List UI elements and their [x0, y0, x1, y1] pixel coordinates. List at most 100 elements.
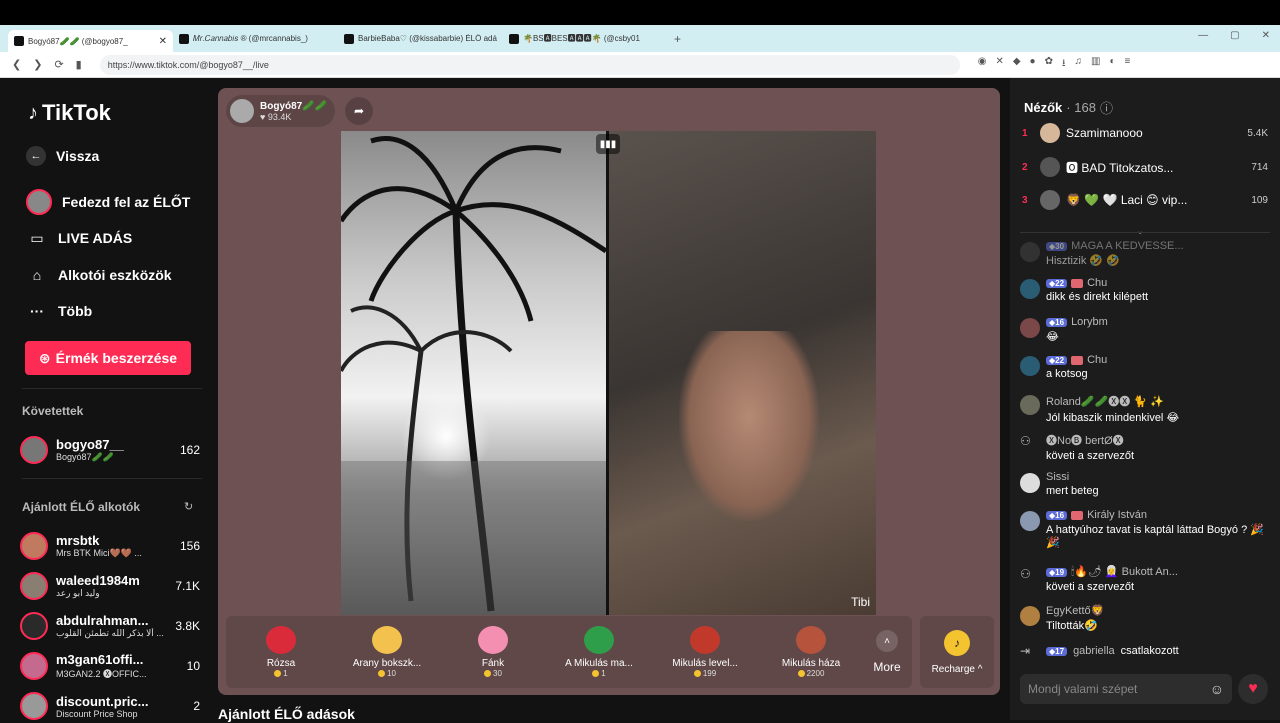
extension-icon[interactable]: ◉	[978, 56, 987, 73]
media-icon[interactable]: ♫	[1074, 56, 1082, 73]
chat-message: ⚇ 🅧No🅑 bertØ🅧 követi a szervezőt	[1020, 432, 1270, 462]
chat-username[interactable]: Chu	[1087, 277, 1107, 289]
forward-nav-icon[interactable]: ❯	[33, 58, 42, 71]
nav-more[interactable]: ··· Több	[26, 300, 92, 322]
chat-username[interactable]: MAGA A KEDVESSE...	[1071, 240, 1184, 252]
url-input[interactable]: https://www.tiktok.com/@bogyo87__/live	[99, 54, 960, 75]
gift-item-donut[interactable]: Fánk 30	[440, 626, 546, 678]
info-icon[interactable]: ⓘ	[1100, 98, 1113, 117]
chat-input[interactable]: Mondj valami szépet ☺	[1020, 674, 1232, 704]
get-coins-button[interactable]: ⊛ Érmék beszerzése	[25, 341, 191, 375]
chat-text: A hattyúhoz tavat is kaptál láttad Bogyó…	[1046, 524, 1264, 549]
creator-avatar	[20, 572, 48, 600]
coin-button-label: Érmék beszerzése	[55, 350, 178, 366]
viewer-rank: 1	[1022, 127, 1028, 139]
recommended-creator[interactable]: abdulrahman... ألا بذكر الله تطمئن القلوب…	[20, 609, 200, 643]
gift-item-rose[interactable]: Rózsa 1	[228, 626, 334, 678]
nav-label: Több	[58, 303, 93, 319]
gift-price: 1	[274, 669, 288, 678]
maximize-icon[interactable]: ▢	[1230, 30, 1239, 41]
viewer-count: 7.1K	[175, 579, 200, 593]
tab-label: BarbieBaba♡ (@kissabarbie) ÉLŐ adá	[358, 34, 497, 43]
browser-tab-1[interactable]: Bogyó87🥒🥒 (@bogyo87_ ✕	[8, 30, 173, 52]
top-viewer-row[interactable]: 1 Szamimanooo 5.4K	[1022, 121, 1268, 145]
gift-price: 10	[378, 669, 396, 678]
gift-item-santa-house[interactable]: Mikulás háza 2200	[758, 626, 864, 678]
chat-message: EgyKettő🦁 Tiltották🤣	[1020, 604, 1270, 632]
emoji-icon[interactable]: ☺	[1210, 681, 1224, 697]
minimize-icon[interactable]: —	[1198, 30, 1208, 41]
follow-user-icon: ⚇	[1020, 434, 1031, 448]
browser-tab-2[interactable]: 𝑀𝑟.𝐶𝑎𝑛𝑛𝑎𝑏𝑖𝑠 ® (@mrcannabis_)	[173, 28, 338, 50]
nav-live-studio[interactable]: ▭ LIVE ADÁS	[26, 227, 132, 249]
chat-username[interactable]: 🕯🔥🌶 👩‍🦳 Bukott An...	[1071, 565, 1178, 579]
chat-username[interactable]: EgyKettő🦁	[1046, 604, 1104, 617]
host-info[interactable]: Bogyó87🥒🥒 ♥ 93.4K	[226, 95, 336, 127]
gift-name: Fánk	[481, 658, 505, 669]
close-tab-icon[interactable]: ✕	[159, 36, 167, 47]
extensions-toolbar: ◉ ✕ ◆ ● ✿ ⭳ ♫ ▥ ◐ ≡	[978, 56, 1131, 73]
recommended-creator[interactable]: waleed1984m وليد ابو رعد 7.1K	[20, 569, 200, 603]
following-creator[interactable]: bogyo87__ Bogyó87🥒🥒 162	[20, 433, 200, 467]
profile-icon[interactable]: ◐	[1109, 56, 1115, 73]
chat-avatar	[1020, 473, 1040, 493]
gift-price-value: 1	[283, 669, 288, 678]
chat-text: Tiltották🤣	[1046, 620, 1098, 632]
bookmark-icon[interactable]: ▮	[76, 58, 82, 71]
chat-username[interactable]: 🅧No🅑 bertØ🅧	[1046, 432, 1124, 448]
gift-item-santa-elf[interactable]: A Mikulás ma... 1	[546, 626, 652, 678]
chat-username[interactable]: Chu	[1087, 354, 1107, 366]
right-panel: Nézők · 168 ⓘ 1 Szamimanooo 5.4K 2 🅾 BAD…	[1010, 78, 1280, 720]
recharge-button[interactable]: ♪ Recharge ^	[920, 616, 994, 688]
extension-icon[interactable]: ✿	[1045, 56, 1053, 73]
tiktok-logo[interactable]: ♪ TikTok	[28, 100, 111, 126]
viewer-count: 10	[186, 659, 200, 673]
close-window-icon[interactable]: ✕	[1262, 30, 1270, 41]
sidebar-icon[interactable]: ▥	[1091, 56, 1100, 73]
joined-username[interactable]: gabriella	[1073, 645, 1115, 657]
chat-username[interactable]: Roland🥒🥒🅧🅧 🐈 ✨	[1046, 393, 1164, 409]
extension-icon[interactable]: ✕	[995, 56, 1003, 73]
top-viewer-row[interactable]: 2 🅾 BAD Titokzatos... 714	[1022, 155, 1268, 179]
like-heart-button[interactable]: ♥	[1238, 674, 1268, 704]
level-badge: ◆17	[1046, 646, 1068, 656]
menu-icon[interactable]: ≡	[1124, 56, 1130, 73]
nav-creator-tools[interactable]: ⌂ Alkotói eszközök	[26, 264, 172, 286]
coin-outline-icon: ⊛	[38, 349, 51, 366]
recommended-creator[interactable]: mrsbtk Mrs BTK Mici🤎🤎 ... 156	[20, 529, 200, 563]
reload-icon[interactable]: ⟳	[54, 58, 63, 71]
extension-icon[interactable]: ◆	[1013, 56, 1021, 73]
share-icon[interactable]: ➦	[345, 97, 373, 125]
more-label: More	[873, 660, 901, 674]
rose-icon	[266, 626, 296, 654]
house-icon	[796, 626, 826, 654]
guest-name-label: Tibi	[851, 595, 870, 609]
audio-bars-icon[interactable]: ▮▮▮	[596, 134, 620, 154]
viewer-name: 🅾 BAD Titokzatos...	[1066, 160, 1174, 175]
gift-price-value: 1	[601, 669, 606, 678]
extension-icon[interactable]: ●	[1030, 56, 1036, 73]
new-tab-icon[interactable]: +	[674, 32, 681, 46]
chat-text: követi a szervezőt	[1046, 581, 1135, 593]
top-viewer-row[interactable]: 3 🦁 💚 🤍 Laci 😊 vip... 109	[1022, 188, 1268, 212]
back-link[interactable]: ← Vissza	[26, 146, 99, 166]
chat-username[interactable]: Lorybm	[1071, 316, 1108, 328]
download-icon[interactable]: ⭳	[1062, 56, 1066, 73]
elf-icon	[584, 626, 614, 654]
recommended-creator[interactable]: m3gan61offi... M3GAN2.2 🅧OFFIC... 10	[20, 649, 200, 683]
refresh-icon[interactable]: ↻	[184, 500, 193, 513]
gift-item-gold-boxing[interactable]: Arany bokszk... 10	[334, 626, 440, 678]
back-nav-icon[interactable]: ❮	[12, 58, 21, 71]
gift-item-santa-letter[interactable]: Mikulás level... 199	[652, 626, 758, 678]
more-gifts-button[interactable]: ˄ More	[864, 630, 910, 674]
live-video[interactable]: Tibi ▮▮▮	[341, 131, 876, 615]
chat-username[interactable]: Sissi	[1046, 471, 1069, 483]
tab-label: Bogyó87🥒🥒 (@bogyo87_	[28, 36, 128, 46]
nav-explore-live[interactable]: Fedezd fel az ÉLŐT	[26, 189, 190, 215]
tiktok-favicon-icon	[509, 33, 519, 44]
recommended-creator[interactable]: discount.pric... Discount Price Shop 2	[20, 689, 200, 723]
viewer-rank: 2	[1022, 161, 1028, 173]
browser-tab-4[interactable]: 🌴BS🅰BES🅰🅰🅰🌴 (@csby01	[503, 28, 668, 50]
chat-username[interactable]: Király István	[1087, 509, 1147, 521]
browser-tab-3[interactable]: BarbieBaba♡ (@kissabarbie) ÉLŐ adá	[338, 28, 503, 50]
